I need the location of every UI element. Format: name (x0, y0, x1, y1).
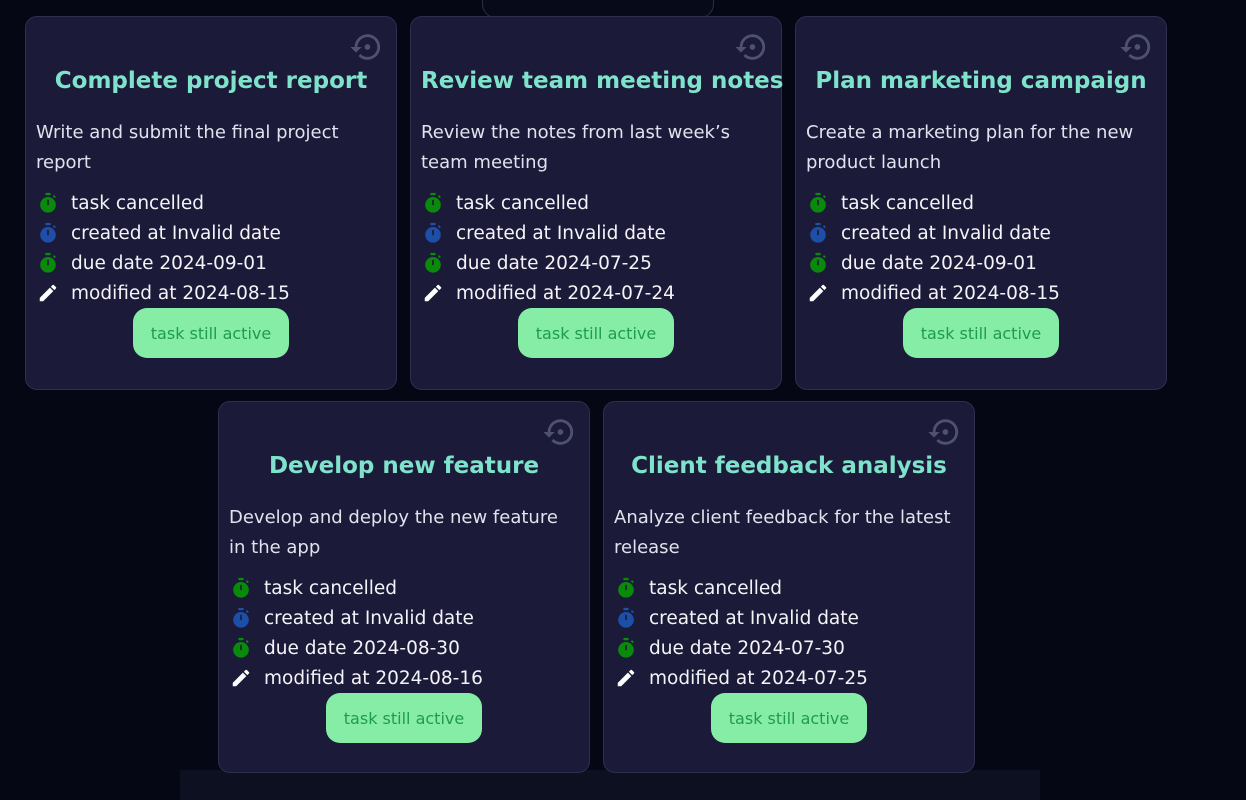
restore-button[interactable] (348, 29, 384, 65)
restore-button[interactable] (1118, 29, 1154, 65)
created-text: created at Invalid date (264, 607, 474, 629)
task-meta: task cancelled created at Invalid date d… (806, 188, 1156, 308)
task-title: Develop new feature (268, 453, 540, 479)
task-board: Complete project report Write and submit… (0, 0, 1246, 787)
stopwatch-icon (421, 221, 445, 245)
modified-text: modified at 2024-07-25 (649, 667, 868, 689)
due-row: due date 2024-07-25 (421, 248, 771, 278)
stopwatch-icon (614, 576, 638, 600)
restore-history-icon (350, 34, 381, 60)
due-text: due date 2024-07-25 (456, 252, 652, 274)
task-card: Plan marketing campaign Create a marketi… (795, 16, 1167, 390)
status-row: task cancelled (421, 188, 771, 218)
task-meta: task cancelled created at Invalid date d… (614, 573, 964, 693)
created-row: created at Invalid date (36, 218, 386, 248)
stopwatch-icon (229, 606, 253, 630)
modified-row: modified at 2024-07-25 (614, 663, 964, 693)
restore-history-icon (1120, 34, 1151, 60)
task-meta: task cancelled created at Invalid date d… (36, 188, 386, 308)
due-row: due date 2024-09-01 (36, 248, 386, 278)
task-description: Develop and deploy the new feature in th… (229, 507, 558, 558)
task-meta: task cancelled created at Invalid date d… (229, 573, 579, 693)
stopwatch-icon (421, 191, 445, 215)
created-text: created at Invalid date (71, 222, 281, 244)
due-row: due date 2024-09-01 (806, 248, 1156, 278)
modified-text: modified at 2024-07-24 (456, 282, 675, 304)
pencil-icon (614, 666, 638, 690)
modified-row: modified at 2024-08-15 (36, 278, 386, 308)
task-description: Create a marketing plan for the new prod… (806, 122, 1134, 173)
restore-button[interactable] (926, 414, 962, 450)
task-still-active-button[interactable]: task still active (326, 693, 482, 743)
task-card: Develop new feature Develop and deploy t… (218, 401, 590, 773)
stopwatch-icon (806, 191, 830, 215)
stopwatch-icon (229, 636, 253, 660)
stopwatch-icon (421, 251, 445, 275)
stopwatch-icon (229, 576, 253, 600)
task-title: Client feedback analysis (631, 453, 947, 479)
created-text: created at Invalid date (649, 607, 859, 629)
task-still-active-button[interactable]: task still active (903, 308, 1059, 358)
status-row: task cancelled (614, 573, 964, 603)
restore-button[interactable] (541, 414, 577, 450)
task-meta: task cancelled created at Invalid date d… (421, 188, 771, 308)
task-title: Review team meeting notes (421, 68, 784, 94)
due-row: due date 2024-08-30 (229, 633, 579, 663)
created-row: created at Invalid date (806, 218, 1156, 248)
pencil-icon (421, 281, 445, 305)
task-title: Plan marketing campaign (815, 68, 1147, 94)
status-row: task cancelled (806, 188, 1156, 218)
restore-button[interactable] (733, 29, 769, 65)
modified-row: modified at 2024-07-24 (421, 278, 771, 308)
modified-text: modified at 2024-08-16 (264, 667, 483, 689)
created-row: created at Invalid date (614, 603, 964, 633)
task-card: Complete project report Write and submit… (25, 16, 397, 390)
task-still-active-button[interactable]: task still active (518, 308, 674, 358)
due-text: due date 2024-09-01 (841, 252, 1037, 274)
modified-row: modified at 2024-08-16 (229, 663, 579, 693)
created-row: created at Invalid date (229, 603, 579, 633)
status-text: task cancelled (71, 192, 205, 214)
status-text: task cancelled (264, 577, 398, 599)
due-row: due date 2024-07-30 (614, 633, 964, 663)
status-text: task cancelled (649, 577, 783, 599)
stopwatch-icon (614, 606, 638, 630)
task-title: Complete project report (54, 68, 368, 94)
due-text: due date 2024-07-30 (649, 637, 845, 659)
restore-history-icon (543, 419, 574, 445)
restore-history-icon (928, 419, 959, 445)
status-row: task cancelled (229, 573, 579, 603)
stopwatch-icon (36, 191, 60, 215)
due-text: due date 2024-08-30 (264, 637, 460, 659)
status-text: task cancelled (841, 192, 975, 214)
created-text: created at Invalid date (456, 222, 666, 244)
pencil-icon (806, 281, 830, 305)
task-still-active-button[interactable]: task still active (133, 308, 289, 358)
task-card: Review team meeting notes Review the not… (410, 16, 784, 390)
created-row: created at Invalid date (421, 218, 771, 248)
stopwatch-icon (806, 221, 830, 245)
stopwatch-icon (36, 221, 60, 245)
stopwatch-icon (806, 251, 830, 275)
task-description: Review the notes from last week’s team m… (421, 122, 731, 173)
task-description: Write and submit the final project repor… (36, 122, 339, 173)
modified-row: modified at 2024-08-15 (806, 278, 1156, 308)
task-card: Client feedback analysis Analyze client … (603, 401, 975, 773)
stopwatch-icon (614, 636, 638, 660)
modified-text: modified at 2024-08-15 (71, 282, 290, 304)
pencil-icon (36, 281, 60, 305)
status-text: task cancelled (456, 192, 590, 214)
restore-history-icon (735, 34, 766, 60)
status-row: task cancelled (36, 188, 386, 218)
created-text: created at Invalid date (841, 222, 1051, 244)
task-still-active-button[interactable]: task still active (711, 693, 867, 743)
pencil-icon (229, 666, 253, 690)
stopwatch-icon (36, 251, 60, 275)
due-text: due date 2024-09-01 (71, 252, 267, 274)
task-description: Analyze client feedback for the latest r… (614, 507, 951, 558)
modified-text: modified at 2024-08-15 (841, 282, 1060, 304)
